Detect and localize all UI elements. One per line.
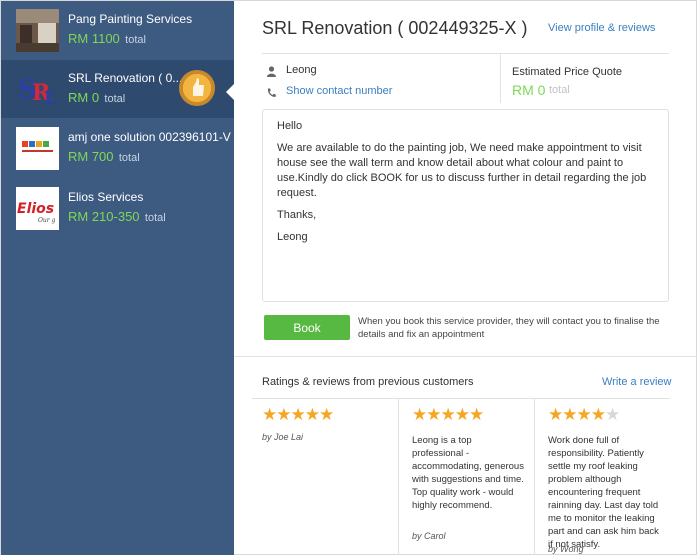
provider-thumbnail <box>16 127 59 170</box>
review-text: Work done full of responsibility. Patien… <box>548 435 659 550</box>
price-total-label: total <box>118 152 140 164</box>
svg-text:L: L <box>44 88 57 109</box>
provider-thumbnail <box>16 9 59 52</box>
show-contact-link[interactable]: Show contact number <box>286 85 392 97</box>
message-greeting: Hello <box>277 120 303 132</box>
provider-thumbnail: S R L <box>16 68 59 111</box>
provider-price: RM 700 total <box>68 149 140 164</box>
quote-label: Estimated Price Quote <box>512 66 623 78</box>
divider <box>262 53 669 54</box>
star-rating: ★★★★★ <box>412 405 484 424</box>
contact-name: Leong <box>286 64 317 76</box>
provider-item-elios[interactable]: Elios S Our g Elios Services RM 210-350 … <box>1 179 234 237</box>
provider-name: SRL Renovation ( 0... <box>68 71 183 85</box>
provider-item-pang[interactable]: Pang Painting Services RM 1100 total <box>1 1 234 59</box>
price-amount: RM 1100 <box>68 31 120 46</box>
svg-text:Elios S: Elios S <box>17 201 59 217</box>
review-author: by Wong <box>548 544 584 554</box>
message-signature: Leong <box>277 231 308 243</box>
review-author: by Carol <box>412 531 446 541</box>
star-rating: ★★★★★ <box>548 405 620 424</box>
provider-item-srl[interactable]: S R L SRL Renovation ( 0... RM 0 total <box>1 60 234 118</box>
price-amount: RM 0 <box>68 90 100 105</box>
svg-text:Our g: Our g <box>38 217 56 224</box>
divider-vertical <box>534 398 535 555</box>
page-title: SRL Renovation ( 002449325-X ) <box>262 18 528 38</box>
provider-price: RM 0 total <box>68 90 125 105</box>
divider-vertical <box>398 398 399 555</box>
price-total-label: total <box>144 212 166 224</box>
app-window: Pang Painting Services RM 1100 total S R… <box>0 0 697 555</box>
price-total-label: total <box>125 34 146 46</box>
provider-sidebar: Pang Painting Services RM 1100 total S R… <box>1 1 234 555</box>
review-card: ★★★★★ Work done full of responsibility. … <box>538 398 670 555</box>
reviews-list: ★★★★★ by Joe Lai ★★★★★ Leong is a top pr… <box>252 398 670 555</box>
review-card: ★★★★★ by Joe Lai <box>252 398 398 555</box>
provider-name: amj one solution 002396101-V <box>68 130 231 144</box>
write-review-link[interactable]: Write a review <box>602 376 671 388</box>
book-note: When you book this service provider, the… <box>358 316 660 340</box>
provider-item-amj[interactable]: amj one solution 002396101-V RM 700 tota… <box>1 119 234 177</box>
provider-price: RM 210-350 total <box>68 209 166 224</box>
provider-thumbnail: Elios S Our g <box>16 187 59 230</box>
message-body: We are available to do the painting job,… <box>277 142 647 199</box>
divider-vertical <box>500 54 501 103</box>
star-rating: ★★★★★ <box>262 405 334 424</box>
provider-price: RM 1100 total <box>68 31 146 46</box>
selected-indicator <box>226 84 234 100</box>
review-card: ★★★★★ Leong is a top professional - acco… <box>402 398 534 555</box>
phone-icon <box>267 85 276 103</box>
reviews-heading: Ratings & reviews from previous customer… <box>262 376 474 388</box>
price-amount: RM 210-350 <box>68 209 140 224</box>
champion-badge-icon <box>179 70 215 106</box>
price-total-label: total <box>104 93 126 105</box>
provider-name: Elios Services <box>68 190 144 204</box>
quote-total-label: total <box>549 84 570 96</box>
provider-message: Hello We are available to do the paintin… <box>262 109 669 302</box>
review-text: Leong is a top professional - accommodat… <box>412 435 524 511</box>
provider-name: Pang Painting Services <box>68 12 193 26</box>
review-author: by Joe Lai <box>262 432 304 442</box>
user-icon <box>267 64 276 82</box>
view-profile-link[interactable]: View profile & reviews <box>548 22 655 34</box>
divider <box>234 356 697 357</box>
message-thanks: Thanks, <box>277 209 317 221</box>
book-button[interactable]: Book <box>264 315 350 340</box>
quote-amount: RM 0 <box>512 82 546 98</box>
price-amount: RM 700 <box>68 149 114 164</box>
